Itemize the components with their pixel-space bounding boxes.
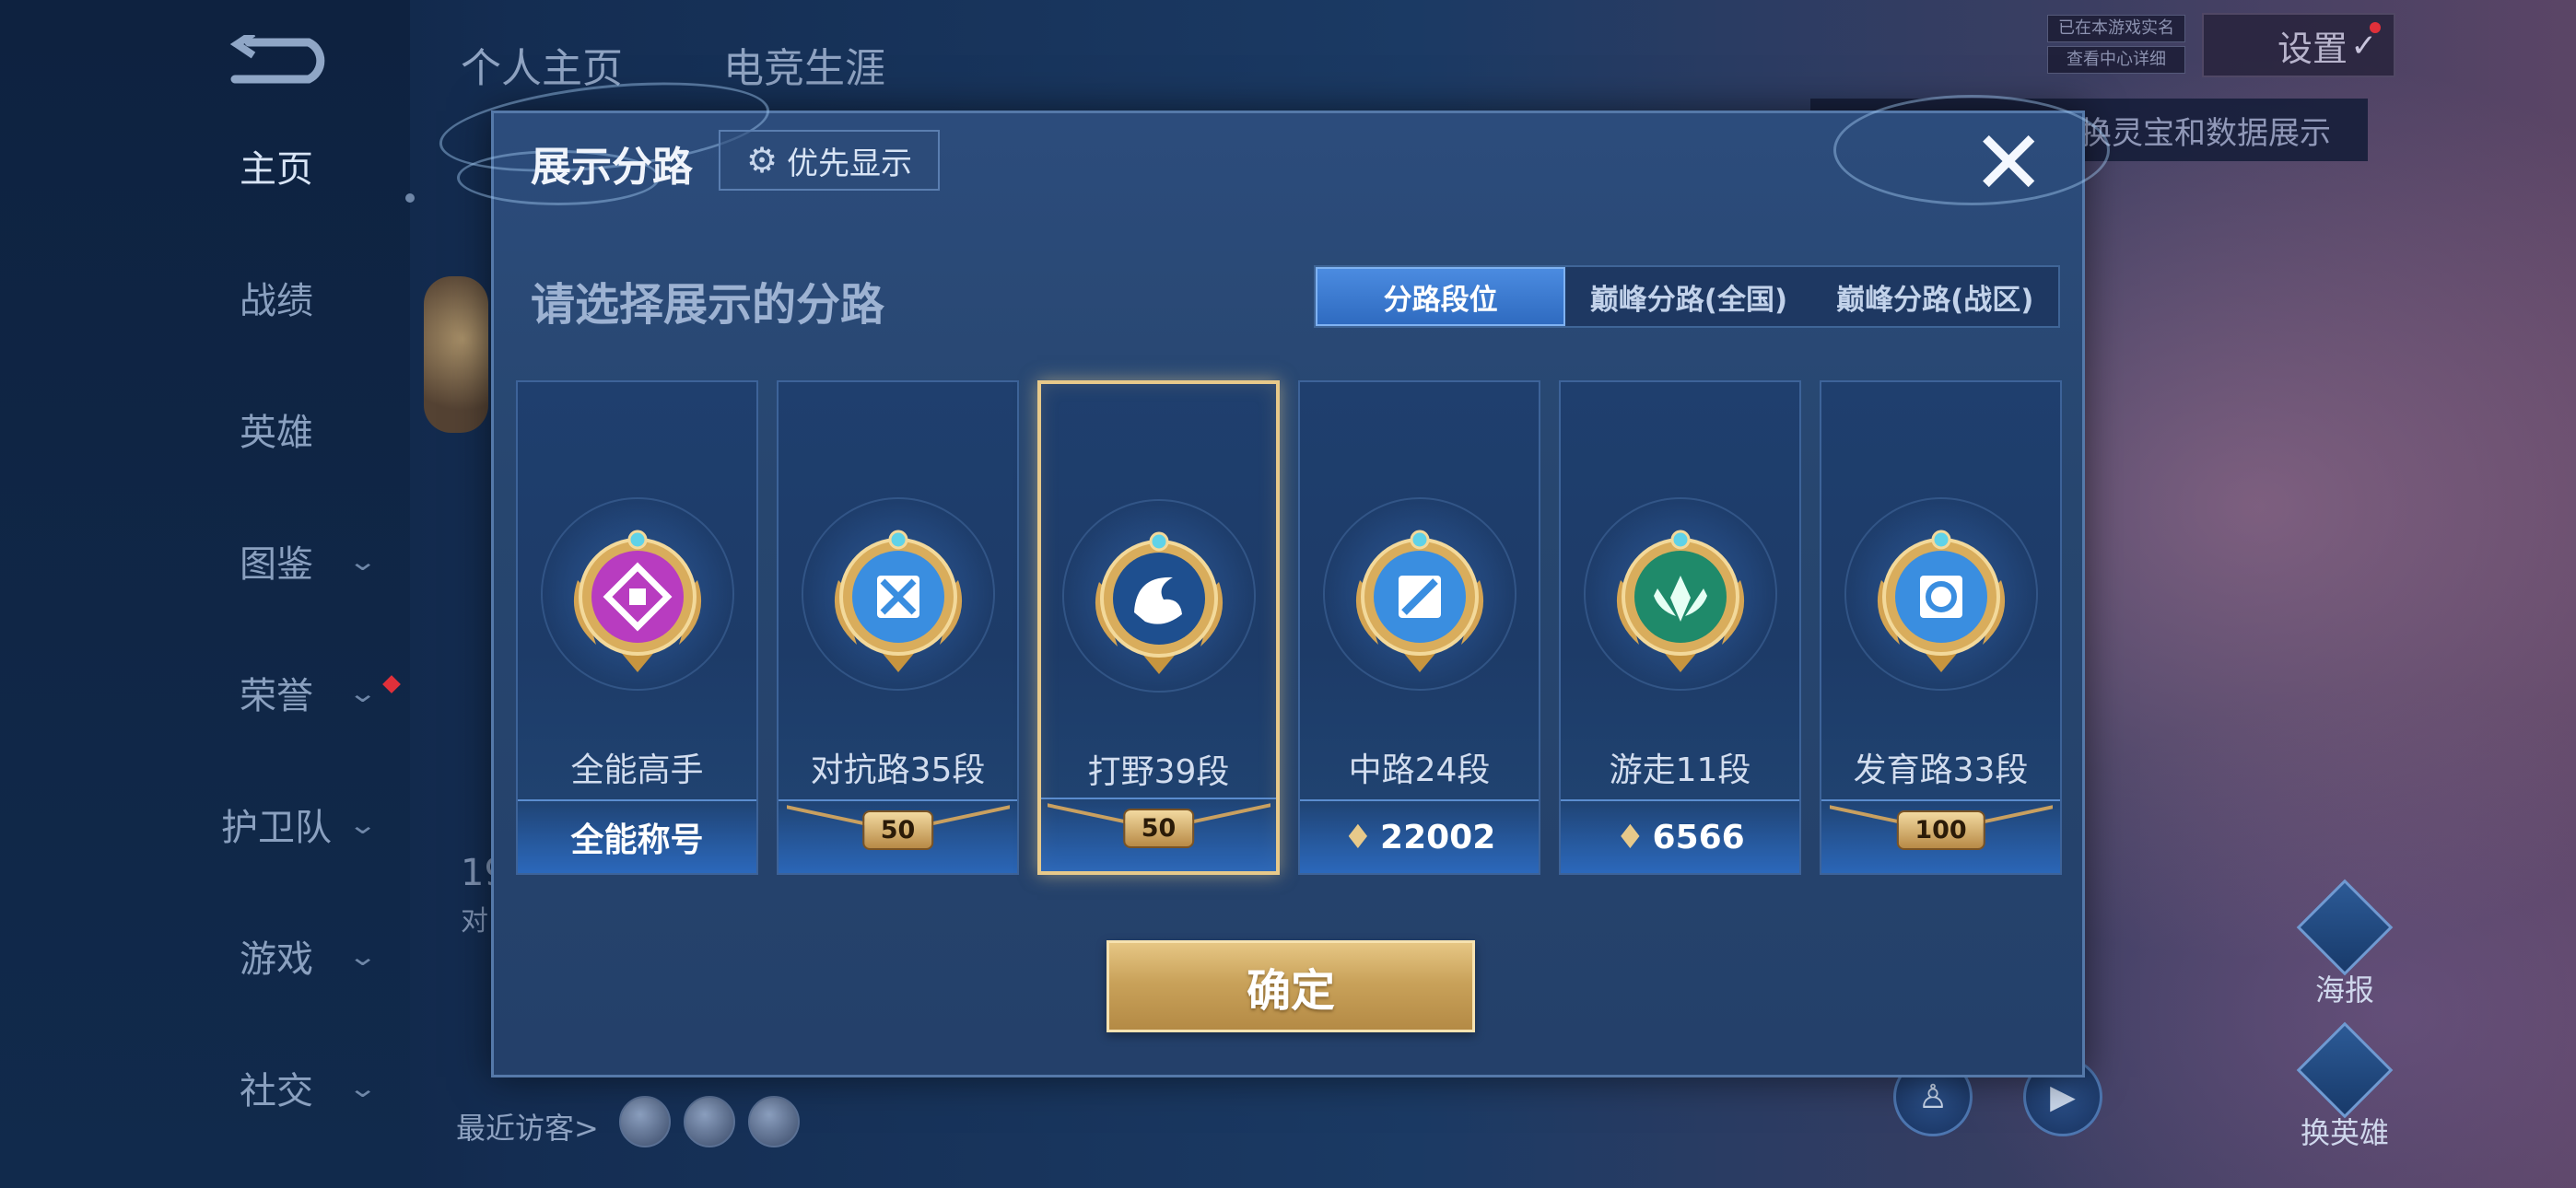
lane-rank-name: 中路24段 [1348, 751, 1491, 789]
lane-card-list: 全能高手 全能称号 对抗路35段 50 打野39段 50 中路24段 ♦ 22002 游走11段 ♦… [516, 380, 2073, 878]
star-count: 50 [1122, 809, 1195, 848]
sidebar-item-label: 英雄 [240, 412, 313, 454]
bg-text-fragment: 对 [461, 905, 488, 938]
sidebar-item[interactable]: 游戏 ⌄ [212, 924, 396, 988]
person-icon: ♙ [1917, 1077, 1949, 1116]
sidebar-item-label: 荣誉 [240, 675, 313, 717]
chevron-down-icon: ⌄ [347, 545, 379, 577]
clash-lane-emblem-icon [820, 516, 977, 681]
jungle-emblem-icon [1081, 518, 1237, 683]
chevron-down-icon: ⌄ [347, 809, 379, 840]
lane-mode-segmented-control: 分路段位 巅峰分路(全国) 巅峰分路(战区) [1314, 265, 2060, 328]
dialog-title: 展示分路 [531, 144, 693, 191]
settings-label: 设置 [2277, 28, 2348, 69]
lane-card[interactable]: 对抗路35段 50 [777, 380, 1019, 875]
star-ribbon: 50 [783, 805, 1013, 866]
recent-visitors-link[interactable]: 最近访客> [456, 1105, 599, 1147]
hero-artwork-fragment [424, 276, 488, 433]
lane-rank-name: 对抗路35段 [810, 751, 986, 789]
chevron-down-icon: ⌄ [347, 677, 379, 708]
mid-lane-emblem-icon [1341, 516, 1498, 681]
title-label: 全能称号 [570, 821, 704, 859]
active-indicator-dot [405, 193, 415, 203]
lane-card[interactable]: 游走11段 ♦ 6566 [1559, 380, 1801, 875]
poster-button[interactable]: 海报 [2285, 879, 2405, 1009]
close-button[interactable]: ✕ [1972, 119, 2045, 207]
play-icon: ▶ [2050, 1077, 2076, 1116]
star-count: 50 [861, 810, 934, 850]
realname-tag: 已在本游戏实名 [2047, 15, 2185, 42]
switch-hero-button[interactable]: 换英雄 [2285, 1021, 2405, 1152]
lane-card[interactable]: 发育路33段 100 [1820, 380, 2062, 875]
lane-rank-name: 发育路33段 [1853, 751, 2029, 789]
sidebar-item-label: 游戏 [240, 938, 313, 981]
poster-icon [2296, 879, 2394, 976]
lane-card-footer: 100 [1821, 799, 2060, 873]
notification-dot [2370, 22, 2381, 33]
dialog-subtitle: 请选择展示的分路 [531, 279, 885, 331]
peak-score-icon: ♦ [1342, 818, 1374, 856]
star-ribbon: 50 [1044, 803, 1274, 864]
chevron-down-icon: ⌄ [347, 940, 379, 972]
tab-peak-region[interactable]: 巅峰分路(战区) [1812, 267, 2058, 326]
lane-card-footer: 50 [779, 799, 1017, 873]
tab-peak-national[interactable]: 巅峰分路(全国) [1565, 267, 1811, 326]
lane-rank-name: 游走11段 [1609, 751, 1751, 789]
lane-card[interactable]: 打野39段 50 [1037, 380, 1280, 875]
sidebar-item[interactable]: 荣誉 ⌄ [212, 660, 396, 725]
sidebar-item[interactable]: 护卫队 ⌄ [212, 792, 396, 856]
sidebar-item[interactable]: 图鉴 ⌄ [212, 529, 396, 593]
tab-esports-career[interactable]: 电竞生涯 [723, 35, 885, 94]
visitor-avatar[interactable] [684, 1096, 735, 1147]
lane-card[interactable]: 全能高手 全能称号 [516, 380, 758, 875]
sidebar-item-label: 图鉴 [240, 543, 313, 586]
confirm-button[interactable]: 确定 [1107, 940, 1475, 1032]
star-count: 100 [1896, 810, 1985, 850]
center-tag: 查看中心详细 [2047, 46, 2185, 74]
check-icon: ✓ [2350, 28, 2378, 64]
settings-button[interactable]: 设置 ✓ [2202, 13, 2395, 77]
lane-card-footer: 全能称号 [518, 799, 756, 873]
sidebar-item-label: 战绩 [240, 280, 313, 322]
back-button[interactable] [226, 29, 332, 90]
star-ribbon: 100 [1826, 805, 2056, 866]
confirm-label: 确定 [1246, 965, 1335, 1017]
roam-emblem-icon [1602, 516, 1759, 681]
sidebar-item[interactable]: 社交 ⌄ [212, 1055, 396, 1120]
visitor-avatar[interactable] [748, 1096, 800, 1147]
chevron-down-icon: ⌄ [347, 1072, 379, 1103]
lane-display-dialog: 展示分路 ⚙ 优先显示 ✕ 请选择展示的分路 分路段位 巅峰分路(全国) 巅峰分… [435, 68, 2110, 1077]
peak-score: 22002 [1380, 818, 1496, 856]
visitor-avatar[interactable] [619, 1096, 671, 1147]
sidebar-item[interactable]: 英雄 [212, 397, 396, 461]
priority-display-label: 优先显示 [787, 145, 913, 182]
lane-rank-name: 全能高手 [570, 751, 704, 789]
hint-text: 换灵宝和数据展示 [2080, 114, 2331, 152]
priority-display-button[interactable]: ⚙ 优先显示 [719, 130, 940, 191]
lane-card[interactable]: 中路24段 ♦ 22002 [1298, 380, 1540, 875]
farm-lane-emblem-icon [1863, 516, 2020, 681]
sidebar-item[interactable]: 主页 [212, 134, 396, 198]
allround-emblem-icon [559, 516, 716, 681]
close-icon: ✕ [1972, 111, 2046, 215]
sidebar-item-label: 护卫队 [221, 807, 332, 849]
peak-score: 6566 [1652, 818, 1745, 856]
sidebar: 主页战绩英雄图鉴 ⌄ 荣誉 ⌄ 护卫队 ⌄ 游戏 ⌄ 社交 ⌄ [0, 0, 415, 1188]
sidebar-item[interactable]: 战绩 [212, 265, 396, 330]
sidebar-item-label: 主页 [240, 148, 313, 191]
lane-card-footer: ♦ 22002 [1300, 799, 1539, 873]
gear-icon: ⚙ [745, 140, 779, 181]
switch-hero-label: 换英雄 [2300, 1115, 2389, 1150]
lane-rank-name: 打野39段 [1087, 753, 1230, 791]
tab-lane-rank[interactable]: 分路段位 [1316, 267, 1566, 326]
lane-card-footer: ♦ 6566 [1561, 799, 1799, 873]
flame-icon [2296, 1021, 2394, 1119]
poster-label: 海报 [2314, 973, 2374, 1007]
lane-card-footer: 50 [1041, 798, 1276, 871]
back-arrow-icon [229, 29, 325, 84]
peak-score-icon: ♦ [1615, 818, 1645, 856]
sidebar-item-label: 社交 [240, 1070, 313, 1112]
